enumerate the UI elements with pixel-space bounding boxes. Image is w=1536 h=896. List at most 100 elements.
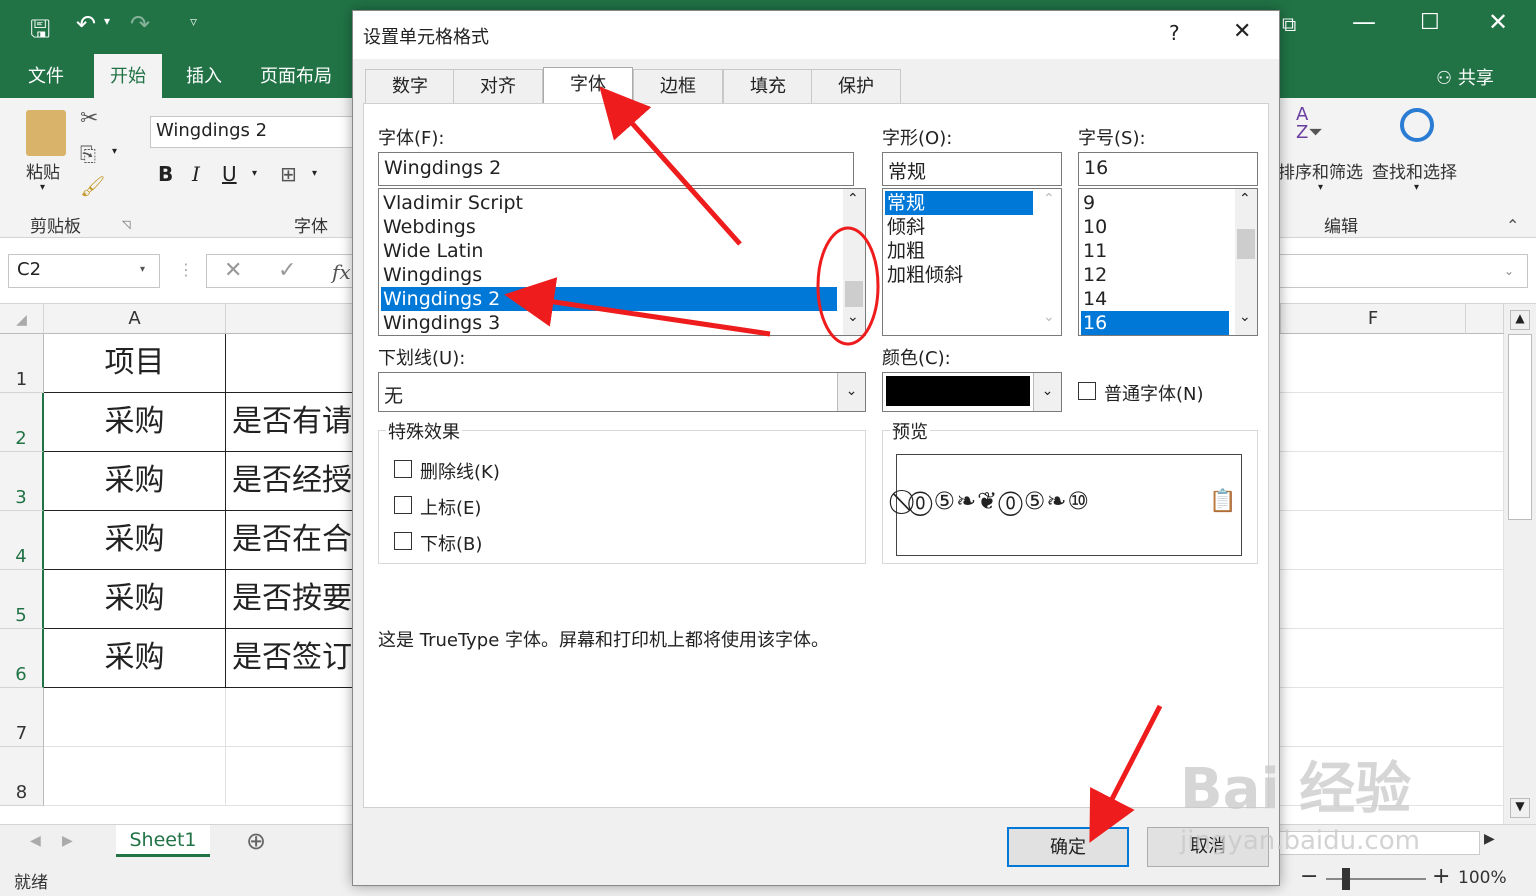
undo-dropdown-icon[interactable]: ▾ — [104, 14, 110, 28]
list-item[interactable]: 9 — [1081, 191, 1229, 215]
ribbon-display-icon[interactable]: ⧉ — [1282, 12, 1296, 36]
sheet-tab-sheet1[interactable]: Sheet1 — [116, 825, 210, 857]
column-header-a[interactable]: A — [44, 304, 226, 334]
cell-a[interactable]: 项目 — [44, 334, 226, 393]
size-scroll-up-icon[interactable]: ⌃ — [1239, 191, 1251, 207]
tab-border[interactable]: 边框 — [633, 69, 723, 103]
row-header[interactable]: 1 — [0, 334, 44, 393]
name-box-dropdown-icon[interactable]: ▾ — [140, 264, 145, 275]
list-item[interactable]: 12 — [1081, 263, 1229, 287]
sort-dropdown-icon[interactable]: ▾ — [1318, 182, 1323, 193]
cell-a[interactable] — [44, 747, 226, 806]
font-scroll-up-icon[interactable]: ⌃ — [847, 191, 859, 207]
paste-dropdown-icon[interactable]: ▾ — [40, 182, 45, 193]
border-icon[interactable]: ⊞ — [280, 162, 297, 186]
tab-number[interactable]: 数字 — [365, 69, 455, 103]
list-item[interactable]: 倾斜 — [885, 215, 1033, 239]
color-dropdown-icon[interactable]: ⌄ — [1033, 373, 1061, 411]
font-list[interactable]: Vladimir Script Webdings Wide Latin Wingdin… — [378, 188, 866, 336]
list-item[interactable]: Wide Latin — [381, 239, 837, 263]
cancel-entry-icon[interactable]: ✕ — [224, 258, 242, 283]
dialog-launcher-icon[interactable]: ◹ — [122, 218, 130, 231]
ok-button[interactable]: 确定 — [1007, 827, 1129, 867]
style-scroll-up-icon[interactable]: ⌃ — [1043, 191, 1055, 207]
scroll-thumb[interactable] — [1508, 334, 1532, 520]
underline-select[interactable]: 无 ⌄ — [378, 372, 866, 412]
row-header[interactable]: 7 — [0, 688, 44, 747]
window-close-icon[interactable]: ✕ — [1488, 8, 1508, 36]
dialog-close-button[interactable]: ✕ — [1233, 19, 1251, 44]
cell-b[interactable]: 是否签订 — [226, 629, 356, 688]
paste-label[interactable]: 粘贴 — [26, 158, 60, 183]
font-scroll-down-icon[interactable]: ⌄ — [847, 309, 859, 325]
color-picker[interactable]: ⌄ — [882, 372, 1062, 412]
cut-icon[interactable]: ✂ — [80, 106, 98, 131]
font-name-combo[interactable]: Wingdings 2 — [150, 116, 360, 148]
tab-alignment[interactable]: 对齐 — [453, 69, 543, 103]
cell-b[interactable]: 是否在合 — [226, 511, 356, 570]
font-input[interactable]: Wingdings 2 — [378, 152, 854, 186]
underline-icon[interactable]: U — [222, 162, 237, 186]
redo-icon[interactable]: ↷ — [130, 10, 150, 38]
row-header[interactable]: 5 — [0, 570, 44, 629]
find-select-icon[interactable] — [1400, 108, 1434, 142]
cell-b[interactable]: 是否经授 — [226, 452, 356, 511]
font-scroll-thumb[interactable] — [845, 281, 863, 307]
zoom-level[interactable]: 100% — [1458, 868, 1507, 888]
zoom-slider-thumb[interactable] — [1342, 868, 1350, 890]
copy-icon[interactable]: ⎘ — [80, 142, 96, 166]
scroll-down-icon[interactable]: ▼ — [1510, 798, 1530, 818]
cancel-button[interactable]: 取消 — [1147, 827, 1269, 867]
tab-insert[interactable]: 插入 — [186, 62, 222, 88]
column-header-g[interactable] — [1466, 304, 1504, 334]
list-item[interactable]: 10 — [1081, 215, 1229, 239]
style-list[interactable]: 常规 倾斜 加粗 加粗倾斜 ⌃ ⌄ — [882, 188, 1062, 336]
bold-icon[interactable]: B — [158, 162, 173, 186]
size-list-scrollbar[interactable]: ⌃ ⌄ — [1235, 189, 1257, 335]
size-scroll-thumb[interactable] — [1237, 229, 1255, 259]
confirm-entry-icon[interactable]: ✓ — [278, 258, 296, 283]
row-header[interactable]: 8 — [0, 747, 44, 806]
strikethrough-checkbox[interactable] — [394, 460, 412, 478]
row-header[interactable]: 4 — [0, 511, 44, 570]
cell-a[interactable]: 采购 — [44, 511, 226, 570]
column-header-b[interactable] — [226, 304, 356, 334]
share-button[interactable]: ⚇ 共享 — [1436, 64, 1494, 90]
sort-filter-label[interactable]: 排序和筛选 — [1278, 158, 1363, 183]
underline-dropdown-icon[interactable]: ⌄ — [837, 373, 865, 411]
font-list-scrollbar[interactable]: ⌃ ⌄ — [843, 189, 865, 335]
list-item[interactable]: 14 — [1081, 287, 1229, 311]
size-input[interactable]: 16 — [1078, 152, 1258, 186]
cell-a[interactable]: 采购 — [44, 570, 226, 629]
save-icon[interactable]: 🖫 — [30, 12, 50, 53]
list-item[interactable]: 加粗 — [885, 239, 1033, 263]
border-dropdown-icon[interactable]: ▾ — [312, 168, 317, 179]
zoom-out-icon[interactable]: − — [1300, 864, 1318, 889]
subscript-checkbox[interactable] — [394, 532, 412, 550]
maximize-icon[interactable]: ☐ — [1420, 10, 1440, 35]
horizontal-scrollbar[interactable] — [1270, 831, 1480, 855]
vertical-scrollbar[interactable]: ▲ ▼ — [1504, 304, 1536, 824]
find-select-label[interactable]: 查找和选择 — [1372, 158, 1457, 183]
insert-function-icon[interactable]: fx — [332, 260, 351, 284]
row-header[interactable]: 3 — [0, 452, 44, 511]
name-box[interactable]: C2 — [8, 254, 160, 288]
cell-b[interactable]: 是否有请 — [226, 393, 356, 452]
list-item[interactable]: Vladimir Script — [381, 191, 837, 215]
normal-font-checkbox[interactable] — [1078, 382, 1096, 400]
style-list-scrollbar[interactable]: ⌃ ⌄ — [1039, 189, 1061, 335]
sort-filter-icon[interactable]: A Z⏷ — [1296, 106, 1323, 142]
list-item[interactable]: 加粗倾斜 — [885, 263, 1033, 287]
list-item[interactable]: 常规 — [885, 191, 1033, 215]
size-scroll-down-icon[interactable]: ⌄ — [1239, 309, 1251, 325]
zoom-in-icon[interactable]: + — [1432, 864, 1450, 889]
select-all-corner[interactable]: ◢ — [0, 304, 44, 334]
cell-a[interactable] — [44, 688, 226, 747]
list-item[interactable]: 16 — [1081, 311, 1229, 335]
style-input[interactable]: 常规 — [882, 152, 1062, 186]
list-item[interactable]: Webdings — [381, 215, 837, 239]
tab-home[interactable]: 开始 — [94, 54, 162, 98]
list-item[interactable]: Wingdings 2 — [381, 287, 837, 311]
cell-a[interactable]: 采购 — [44, 629, 226, 688]
cell-b[interactable] — [226, 688, 356, 747]
